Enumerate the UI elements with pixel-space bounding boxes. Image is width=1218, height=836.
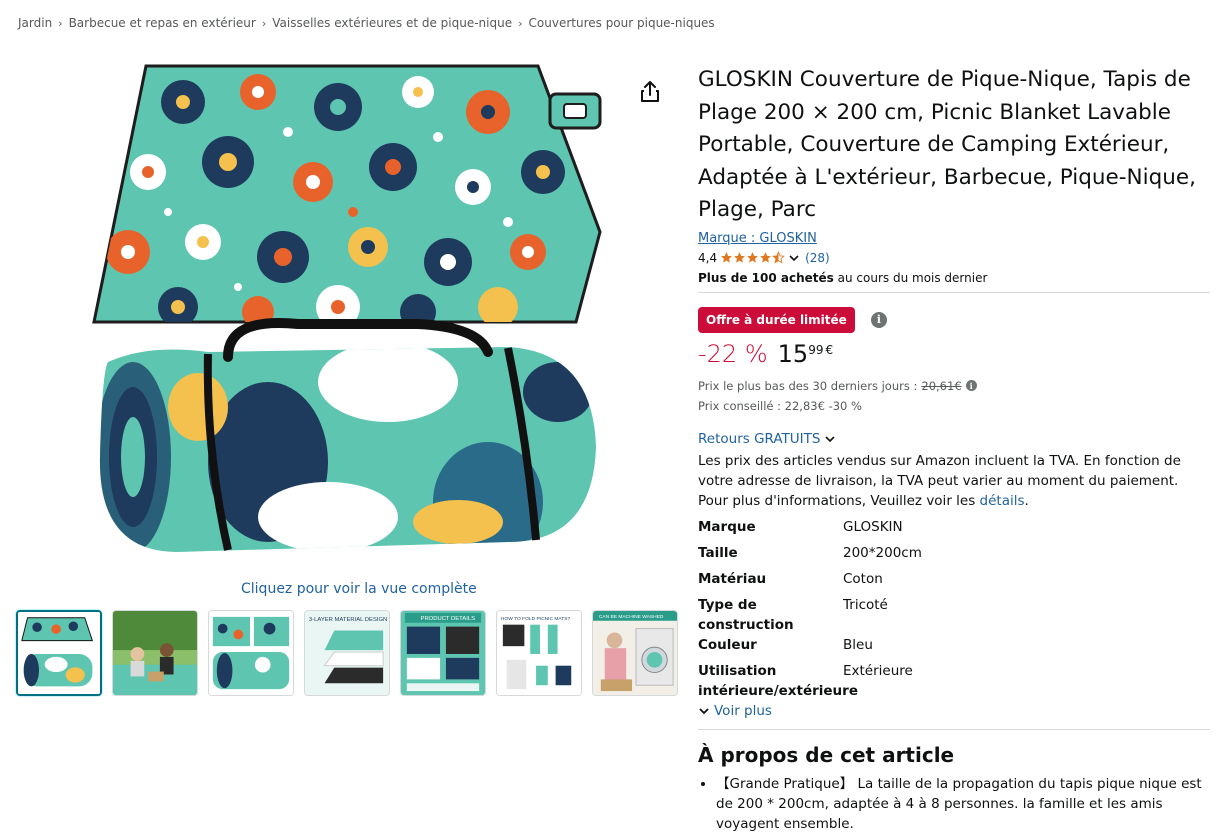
product-info-panel: GLOSKIN Couverture de Pique-Nique, Tapis… (698, 64, 1210, 836)
vat-details-link[interactable]: détails (980, 493, 1025, 509)
info-icon[interactable]: i (870, 311, 887, 328)
price-whole: 15 (777, 339, 809, 368)
deal-row: Offre à durée limitée i (698, 306, 1210, 333)
about-item: 【Grande Pratique】 La taille de la propag… (716, 774, 1210, 834)
product-title: GLOSKIN Couverture de Pique-Nique, Tapis… (698, 67, 1196, 222)
vat-end: . (1024, 492, 1029, 509)
discount-percent: -22 % (698, 339, 768, 368)
spec-key: Utilisation intérieure/extérieure (698, 662, 858, 699)
spec-value: Extérieure (843, 662, 913, 679)
star-rating[interactable] (720, 251, 785, 264)
star-icon (747, 252, 759, 263)
about-title: À propos de cet article (698, 742, 955, 767)
thumbnail-family-picnic[interactable] (112, 610, 198, 696)
chevron-down-icon (825, 435, 836, 442)
breadcrumb-separator: › (261, 16, 267, 30)
thumbnail-product-main[interactable] (16, 610, 102, 696)
price-fraction: 99 (808, 342, 824, 357)
main-product-image[interactable] (88, 62, 608, 572)
star-icon (760, 252, 772, 263)
star-half-icon (772, 251, 785, 264)
brand-link[interactable]: Marque : GLOSKIN (698, 231, 817, 246)
price-currency: € (825, 342, 834, 357)
thumb-caption: HOW TO FOLD PICNIC MATS? (501, 616, 571, 622)
breadcrumb-vaisselles[interactable]: Vaisselles extérieures et de pique-nique (272, 16, 512, 30)
lowest-price-30-days: Prix le plus bas des 30 derniers jours :… (698, 379, 1210, 393)
thumbnail-product-details[interactable]: PRODUCT DETAILS (400, 610, 486, 696)
rating-value[interactable]: 4,4 (698, 251, 717, 265)
breadcrumb-separator: › (58, 16, 63, 30)
bought-count-rest: au cours du mois dernier (833, 270, 988, 285)
spec-key: Type de construction (698, 596, 794, 633)
rating-row: 4,4 (28) (698, 251, 1210, 265)
divider (698, 291, 1210, 293)
spec-row: Marque GLOSKIN (698, 517, 1210, 543)
specs-table: Marque GLOSKIN Taille 200*200cm Matériau Co… (698, 517, 1210, 701)
chevron-down-icon (699, 707, 709, 714)
recommended-price: Prix conseillé : 22,83€ -30 % (698, 398, 862, 413)
spec-row: Type de construction Tricoté (698, 595, 1210, 635)
spec-key: Couleur (698, 636, 757, 653)
thumb-caption: 3-LAYER MATERIAL DESIGN (309, 617, 387, 623)
bought-count: Plus de 100 achetés au cours du mois der… (698, 271, 1210, 285)
lowest-price-value: 20,61€ (921, 378, 962, 393)
thumbnail-machine-washed[interactable]: CAN BE MACHINE WASHED (592, 610, 678, 696)
spec-value: Tricoté (843, 596, 888, 613)
spec-value: Bleu (843, 636, 873, 653)
limited-deal-badge[interactable]: Offre à durée limitée (698, 306, 855, 333)
price-row: -22 % 15 99 € (698, 339, 1210, 369)
see-more-button[interactable]: Voir plus (698, 703, 772, 719)
spec-key: Marque (698, 518, 756, 535)
breadcrumb-barbecue[interactable]: Barbecue et repas en extérieur (69, 16, 256, 30)
spec-row: Taille 200*200cm (698, 543, 1210, 569)
spec-value: 200*200cm (843, 544, 922, 561)
free-returns-label: Retours GRATUITS (698, 430, 821, 447)
star-icon (721, 252, 733, 263)
thumb-caption: PRODUCT DETAILS (421, 616, 476, 622)
chevron-down-icon[interactable] (788, 252, 800, 264)
free-returns-link[interactable]: Retours GRATUITS (698, 431, 836, 447)
thumbnail-how-to-fold[interactable]: HOW TO FOLD PICNIC MATS? (496, 610, 582, 696)
thumbnail-3-layer-material[interactable]: 3-LAYER MATERIAL DESIGN (304, 610, 390, 696)
breadcrumb: Jardin › Barbecue et repas en extérieur … (18, 16, 715, 30)
about-list: 【Grande Pratique】 La taille de la propag… (698, 774, 1210, 834)
breadcrumb-couvertures[interactable]: Couvertures pour pique-niques (529, 16, 715, 30)
spec-row: Couleur Bleu (698, 635, 1210, 661)
thumb-caption: CAN BE MACHINE WASHED (599, 614, 664, 620)
info-icon[interactable]: i (965, 380, 977, 391)
thumbnail-strip: 3-LAYER MATERIAL DESIGN PRODUCT DETAILS … (16, 610, 678, 696)
spec-row: Utilisation intérieure/extérieure Extérie… (698, 661, 1210, 701)
thumbnail-blanket-pattern[interactable] (208, 610, 294, 696)
vat-notice: Les prix des articles vendus sur Amazon … (698, 451, 1210, 511)
spec-key: Matériau (698, 570, 767, 587)
star-icon (734, 252, 746, 263)
spec-row: Matériau Coton (698, 569, 1210, 595)
vat-text: Les prix des articles vendus sur Amazon … (698, 452, 1181, 509)
price: 15 99 € (778, 339, 833, 369)
rating-count-link[interactable]: (28) (805, 251, 830, 265)
lowest-price-label: Prix le plus bas des 30 derniers jours : (698, 378, 918, 393)
spec-value: GLOSKIN (843, 518, 903, 535)
spec-value: Coton (843, 570, 883, 587)
bought-count-bold: Plus de 100 achetés (698, 270, 834, 285)
spec-key: Taille (698, 544, 738, 561)
see-more-label: Voir plus (714, 702, 772, 719)
share-button[interactable] (636, 78, 664, 106)
share-icon (641, 81, 659, 102)
view-full-link[interactable]: Cliquez pour voir la vue complète (241, 581, 477, 597)
breadcrumb-jardin[interactable]: Jardin (18, 16, 52, 30)
divider (698, 728, 1210, 730)
breadcrumb-separator: › (518, 16, 523, 30)
